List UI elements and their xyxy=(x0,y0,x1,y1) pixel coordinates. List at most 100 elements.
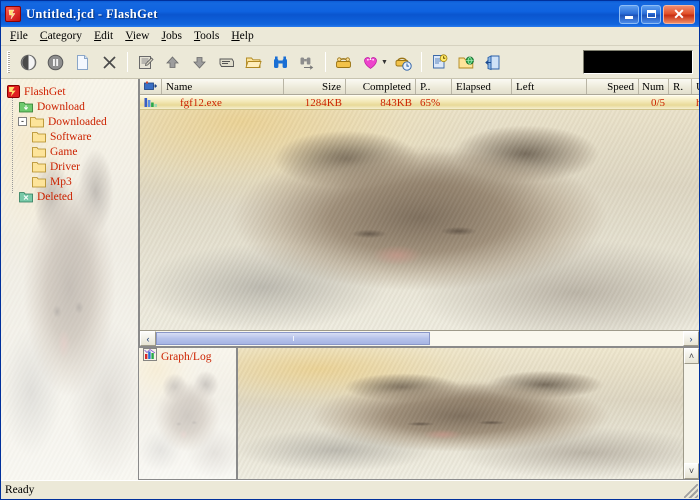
find-next-button[interactable] xyxy=(294,49,321,75)
flashget-logo-icon xyxy=(5,85,21,99)
menu-jobs[interactable]: Jobs xyxy=(155,29,187,43)
menu-view[interactable]: View xyxy=(119,29,155,43)
sidebar-item-download[interactable]: Download xyxy=(5,99,138,114)
folder-icon xyxy=(31,160,47,174)
minimize-icon xyxy=(625,16,633,19)
column-elapsed[interactable]: Elapsed xyxy=(452,79,512,94)
toolbar-separator-2 xyxy=(325,52,326,72)
column-url[interactable]: URL xyxy=(692,79,699,94)
toolbar-separator-3 xyxy=(420,52,422,72)
move-up-button[interactable] xyxy=(159,49,186,75)
sidebar-item-deleted[interactable]: Deleted xyxy=(5,189,138,204)
hscroll-right-arrow[interactable]: › xyxy=(683,331,699,346)
column-completed[interactable]: Completed xyxy=(346,79,416,94)
menu-bar: File Category Edit View Jobs Tools Help xyxy=(1,27,699,46)
menu-category[interactable]: Category xyxy=(34,29,88,43)
downloading-bars-icon xyxy=(140,97,162,109)
column-pin[interactable] xyxy=(140,79,162,94)
arrow-up-icon xyxy=(166,55,179,68)
detail-surface[interactable] xyxy=(238,348,683,479)
minimize-button[interactable] xyxy=(619,4,639,24)
new-download-button[interactable] xyxy=(69,49,96,75)
cell-completed: 843KB xyxy=(380,96,412,109)
detail-vscrollbar[interactable]: ˄ ˅ xyxy=(683,348,699,479)
close-button[interactable]: ✕ xyxy=(663,4,695,24)
tab-graph-log-label: Graph/Log xyxy=(161,351,212,363)
table-row[interactable]: fgf12.exe 1284KB 843KB 65% 0/5 http://ww… xyxy=(140,95,699,110)
folder-icon xyxy=(31,175,47,189)
deleted-folder-icon xyxy=(18,190,34,204)
folder-icon xyxy=(31,130,47,144)
sidebar-item-mp3[interactable]: Mp3 xyxy=(5,174,138,189)
maximize-button[interactable] xyxy=(641,4,661,24)
tab-graph-log[interactable]: Graph/Log xyxy=(139,348,236,364)
column-percent[interactable]: P.. xyxy=(416,79,452,94)
menu-jobs-label: obs xyxy=(165,30,182,42)
vscroll-down-arrow[interactable]: ˅ xyxy=(684,463,699,479)
folder-globe-icon xyxy=(458,55,474,68)
title-bar: Untitled.jcd - FlashGet ✕ xyxy=(1,1,699,27)
column-left[interactable]: Left xyxy=(512,79,587,94)
vscroll-track[interactable] xyxy=(684,364,699,463)
cell-percent: 65% xyxy=(420,96,441,109)
schedule-jobs-button[interactable] xyxy=(426,49,453,75)
start-download-button[interactable] xyxy=(15,49,42,75)
mirror-search-dropdown-arrow[interactable]: ▼ xyxy=(381,59,388,66)
sidebar-item-flashget-label: FlashGet xyxy=(24,85,66,98)
menu-edit[interactable]: Edit xyxy=(88,29,119,43)
close-icon: ✕ xyxy=(673,5,685,22)
chart-graph-icon xyxy=(143,348,157,366)
flashget-logo-icon xyxy=(5,6,21,22)
cell-size: 1284KB xyxy=(304,96,342,109)
sidebar-item-game[interactable]: Game xyxy=(5,144,138,159)
hscroll-thumb[interactable] xyxy=(156,332,431,345)
ftp-explorer-button[interactable] xyxy=(453,49,480,75)
wallpaper-kitten-image-detail xyxy=(238,348,683,479)
toolbar-grip[interactable] xyxy=(7,51,10,73)
bottom-pane: Graph/Log ˄ ˅ xyxy=(139,347,699,480)
download-list-hscrollbar[interactable]: ‹ › xyxy=(140,330,699,346)
exit-button[interactable] xyxy=(480,49,507,75)
detail-panel: ˄ ˅ xyxy=(237,347,699,480)
hscroll-track[interactable] xyxy=(156,331,683,346)
telephone-icon xyxy=(336,56,351,68)
sidebar-item-driver[interactable]: Driver xyxy=(5,159,138,174)
status-text: Ready xyxy=(5,484,35,496)
arrow-down-icon xyxy=(193,56,206,69)
delete-download-button[interactable] xyxy=(96,49,123,75)
category-tree: FlashGet Download - Downloaded Software … xyxy=(1,79,138,204)
hscroll-left-arrow[interactable]: ‹ xyxy=(140,331,156,346)
tree-guide-lines xyxy=(12,98,13,194)
sidebar-item-software[interactable]: Software xyxy=(5,129,138,144)
move-down-button[interactable] xyxy=(186,49,213,75)
folder-icon xyxy=(29,115,45,129)
site-explorer-button[interactable] xyxy=(267,49,294,75)
sidebar-item-driver-label: Driver xyxy=(50,160,81,173)
schedule-dial-button[interactable] xyxy=(390,49,417,75)
pause-download-button[interactable] xyxy=(42,49,69,75)
main-body: FlashGet Download - Downloaded Software … xyxy=(1,79,699,480)
tree-expander-downloaded[interactable]: - xyxy=(18,117,27,126)
batch-jobs-button[interactable] xyxy=(213,49,240,75)
sidebar-item-flashget[interactable]: FlashGet xyxy=(5,84,138,99)
dial-connect-button[interactable] xyxy=(330,49,357,75)
menu-help[interactable]: Help xyxy=(225,29,259,43)
maximize-icon xyxy=(646,10,656,18)
speed-graph-display[interactable] xyxy=(583,50,693,74)
vscroll-up-arrow[interactable]: ˄ xyxy=(684,348,699,364)
menu-tools[interactable]: Tools xyxy=(188,29,225,43)
download-folder-icon xyxy=(18,100,34,114)
sidebar-item-downloaded[interactable]: - Downloaded xyxy=(5,114,138,129)
open-folder-icon xyxy=(245,57,262,68)
column-name[interactable]: Name xyxy=(162,79,284,94)
column-speed[interactable]: Speed xyxy=(587,79,639,94)
open-folder-button[interactable] xyxy=(240,49,267,75)
menu-file[interactable]: File xyxy=(4,29,34,43)
column-size[interactable]: Size xyxy=(284,79,346,94)
mirror-search-button[interactable] xyxy=(357,49,384,75)
column-num[interactable]: Num xyxy=(639,79,669,94)
download-list-header: Name Size Completed P.. Elapsed Left Spe… xyxy=(140,79,699,95)
resize-grip-icon[interactable] xyxy=(684,484,698,498)
column-retry[interactable]: R. xyxy=(669,79,692,94)
properties-button[interactable] xyxy=(132,49,159,75)
